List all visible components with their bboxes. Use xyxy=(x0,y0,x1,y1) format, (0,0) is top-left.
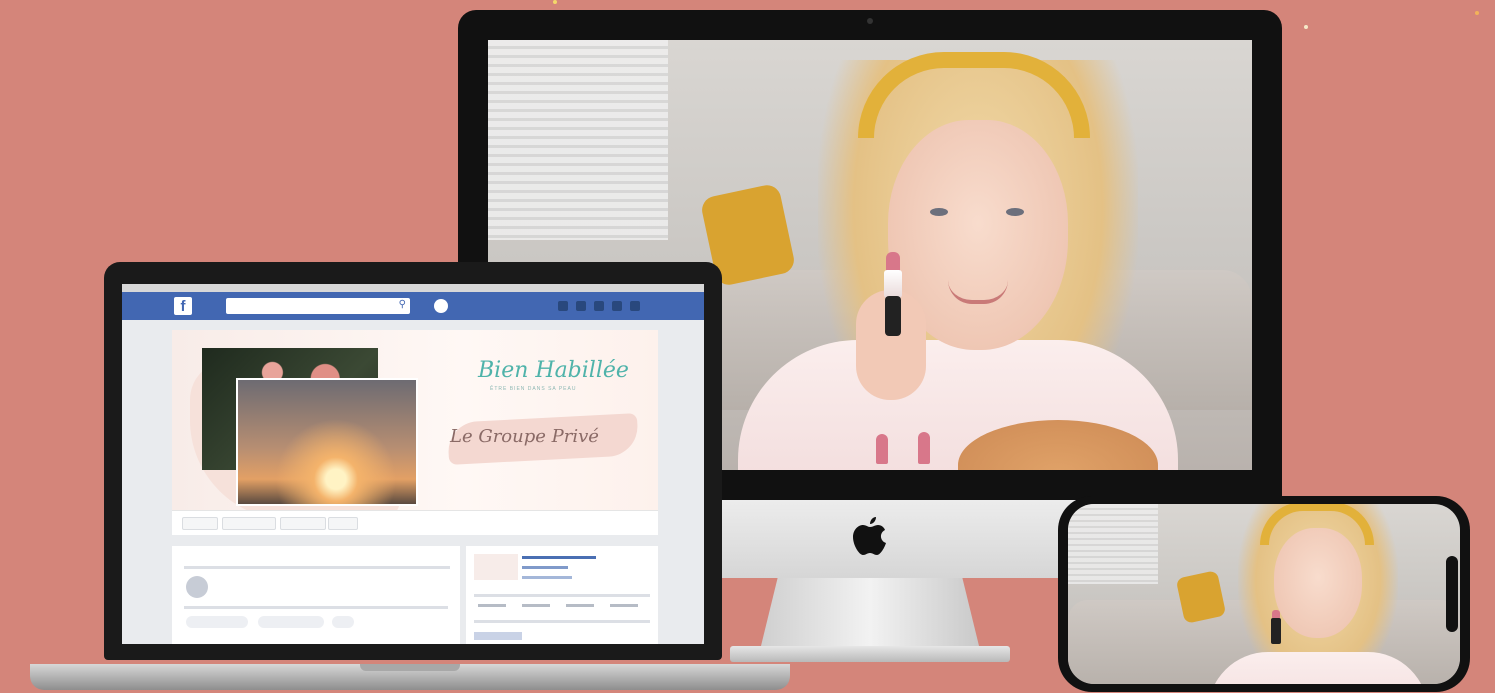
facebook-topbar: f ⚲ xyxy=(122,292,704,320)
photo-video-button[interactable] xyxy=(186,616,248,628)
brand-logo: Bien Habillée xyxy=(478,358,629,383)
lipstick-body xyxy=(885,296,901,336)
divider xyxy=(184,566,450,569)
about-panel xyxy=(466,546,658,644)
imac-camera xyxy=(867,18,873,24)
group-title: Le Groupe Privé xyxy=(450,426,599,447)
phone-screen-video[interactable] xyxy=(1068,504,1460,684)
apple-icon xyxy=(853,517,886,555)
smile xyxy=(948,280,1008,304)
group-cover: Bien Habillée ÊTRE BIEN DANS SA PEAU Le … xyxy=(172,330,658,520)
avatar[interactable] xyxy=(434,299,448,313)
phone-notch xyxy=(1446,556,1458,632)
sparkle xyxy=(553,0,557,4)
eye xyxy=(930,208,948,216)
window-blinds xyxy=(1068,504,1158,584)
avatar xyxy=(186,576,208,598)
eye xyxy=(1006,208,1024,216)
help-icon[interactable] xyxy=(612,301,622,311)
imac-stand-neck xyxy=(760,578,980,650)
about-line xyxy=(522,566,568,569)
create-post-box xyxy=(172,546,460,644)
notifications-button[interactable] xyxy=(222,517,276,530)
lipstick-extra xyxy=(918,432,930,464)
post-input[interactable] xyxy=(184,606,448,609)
window-blinds xyxy=(488,40,668,240)
search-icon[interactable]: ⚲ xyxy=(399,299,406,310)
more-options-button[interactable] xyxy=(332,616,354,628)
lipstick-extra xyxy=(876,434,888,464)
about-heading xyxy=(522,556,596,559)
stat xyxy=(610,604,638,607)
laptop-notch xyxy=(360,664,460,671)
group-logo-thumbnail xyxy=(474,554,518,580)
brand-tagline: ÊTRE BIEN DANS SA PEAU xyxy=(490,386,577,392)
chevron-down-icon[interactable] xyxy=(630,301,640,311)
facebook-icon[interactable]: f xyxy=(174,297,192,315)
divider xyxy=(474,620,650,623)
stat xyxy=(478,604,506,607)
friends-icon[interactable] xyxy=(558,301,568,311)
stat xyxy=(522,604,550,607)
joined-button[interactable] xyxy=(182,517,218,530)
yellow-pillow xyxy=(1175,570,1227,624)
divider xyxy=(474,594,650,597)
share-button[interactable] xyxy=(280,517,326,530)
yellow-headband xyxy=(1260,504,1374,545)
search-input[interactable]: ⚲ xyxy=(226,298,410,314)
tab-indicator[interactable] xyxy=(474,632,522,640)
stat xyxy=(566,604,594,607)
group-action-bar xyxy=(172,510,658,535)
notifications-icon[interactable] xyxy=(594,301,604,311)
browser-bar xyxy=(122,284,704,292)
messenger-icon[interactable] xyxy=(576,301,586,311)
more-button[interactable] xyxy=(328,517,358,530)
about-line xyxy=(522,576,572,579)
imac-stand-foot xyxy=(730,646,1010,662)
tag-people-button[interactable] xyxy=(258,616,324,628)
cover-photo-sunset xyxy=(236,378,418,506)
lipstick-body xyxy=(1271,618,1281,644)
lipstick-case xyxy=(884,270,902,298)
laptop-screen: f ⚲ Bien Habillée ÊTRE BIEN DANS SA PEAU… xyxy=(122,284,704,644)
sparkle xyxy=(1475,11,1479,15)
sparkle xyxy=(1304,25,1308,29)
